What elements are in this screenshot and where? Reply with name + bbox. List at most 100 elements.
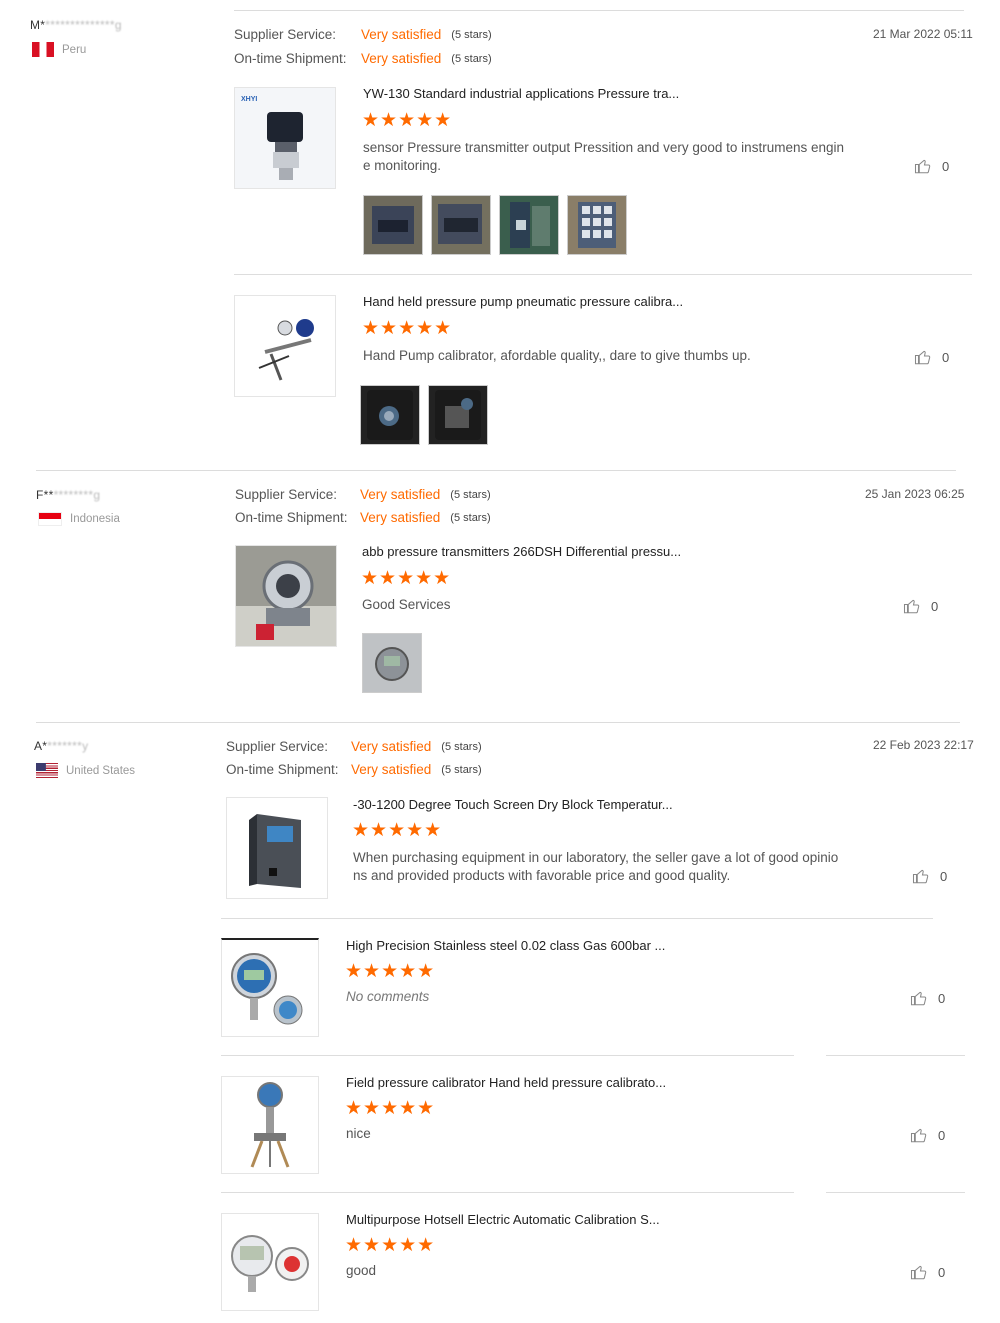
like-button[interactable]: 0: [914, 157, 949, 175]
ontime-shipment-label: On-time Shipment:: [226, 762, 339, 777]
like-button[interactable]: 0: [910, 989, 945, 1007]
like-count: 0: [942, 158, 950, 174]
ontime-shipment-rating: On-time Shipment: Very satisfied (5 star…: [234, 51, 492, 66]
peru-flag-icon: [32, 42, 54, 57]
field-calibrator-image: [222, 1077, 318, 1173]
ontime-shipment-stars-text: (5 stars): [451, 52, 492, 65]
product-title[interactable]: Field pressure calibrator Hand held pres…: [346, 1075, 666, 1090]
review-photos: [360, 385, 488, 445]
hand-pump-image: [235, 296, 335, 396]
digital-gauge-image: [222, 940, 318, 1036]
country-label: Peru: [62, 43, 87, 56]
supplier-service-rating: Supplier Service: Very satisfied (5 star…: [235, 487, 491, 502]
product-title[interactable]: High Precision Stainless steel 0.02 clas…: [346, 938, 665, 953]
supplier-service-value: Very satisfied: [351, 739, 432, 754]
ontime-shipment-stars-text: (5 stars): [441, 763, 482, 776]
item-divider: [826, 1192, 965, 1193]
supplier-service-value: Very satisfied: [360, 487, 441, 502]
product-thumbnail[interactable]: [234, 295, 336, 397]
review-photo[interactable]: [428, 385, 488, 445]
thumbs-up-icon: [912, 869, 929, 884]
ontime-shipment-label: On-time Shipment:: [234, 51, 347, 66]
united-states-flag-icon: [36, 763, 58, 778]
product-thumbnail[interactable]: [221, 938, 319, 1037]
review-date: 22 Feb 2023 22:17: [873, 738, 974, 752]
product-rating-stars: ★★★★★: [345, 1235, 436, 1256]
supplier-service-stars-text: (5 stars): [441, 740, 482, 753]
ontime-shipment-rating: On-time Shipment: Very satisfied (5 star…: [226, 762, 482, 777]
buyer-name: M***************g: [30, 18, 122, 32]
like-button[interactable]: 0: [910, 1126, 945, 1144]
ontime-shipment-rating: On-time Shipment: Very satisfied (5 star…: [235, 510, 491, 525]
indonesia-flag-icon: [38, 512, 62, 526]
ontime-shipment-stars-text: (5 stars): [450, 511, 491, 524]
thumbs-up-icon: [910, 991, 927, 1006]
buyer-name: F**********g: [36, 488, 101, 502]
like-count: 0: [942, 349, 950, 365]
supplier-service-stars-text: (5 stars): [450, 488, 491, 501]
item-divider: [221, 1192, 794, 1193]
product-rating-stars: ★★★★★: [362, 318, 453, 339]
ontime-shipment-value: Very satisfied: [351, 762, 432, 777]
review-top-divider: [36, 470, 956, 471]
review-photo[interactable]: [360, 385, 420, 445]
thumbs-up-icon: [914, 350, 931, 365]
product-rating-stars: ★★★★★: [361, 568, 452, 589]
product-thumbnail[interactable]: [221, 1076, 319, 1174]
buyer-country: Peru: [32, 42, 86, 57]
review-photos: [363, 195, 627, 255]
country-label: Indonesia: [70, 513, 120, 525]
review-date: 25 Jan 2023 06:25: [865, 487, 965, 501]
differential-transmitter-image: [236, 546, 336, 646]
review-comment: Hand Pump calibrator, afordable quality,…: [363, 348, 751, 363]
item-divider: [234, 274, 972, 275]
review-photo[interactable]: [567, 195, 627, 255]
like-button[interactable]: 0: [910, 1263, 945, 1281]
product-title[interactable]: Multipurpose Hotsell Electric Automatic …: [346, 1212, 660, 1227]
supplier-service-stars-text: (5 stars): [451, 28, 492, 41]
review-card: A********y United States Supplier Servic…: [0, 722, 1000, 1323]
review-comment: No comments: [346, 989, 430, 1004]
supplier-service-label: Supplier Service:: [226, 739, 329, 754]
product-rating-stars: ★★★★★: [345, 1098, 436, 1119]
supplier-service-label: Supplier Service:: [234, 27, 337, 42]
ontime-shipment-label: On-time Shipment:: [235, 510, 348, 525]
thumbs-up-icon: [910, 1265, 927, 1280]
product-rating-stars: ★★★★★: [345, 961, 436, 982]
product-title[interactable]: -30-1200 Degree Touch Screen Dry Block T…: [353, 797, 673, 812]
like-count: 0: [938, 1264, 946, 1280]
product-title[interactable]: abb pressure transmitters 266DSH Differe…: [362, 544, 681, 559]
ontime-shipment-value: Very satisfied: [360, 510, 441, 525]
buyer-country: Indonesia: [38, 512, 120, 526]
like-count: 0: [938, 990, 946, 1006]
product-thumbnail[interactable]: [226, 797, 328, 899]
review-comment: When purchasing equipment in our laborat…: [353, 850, 839, 883]
buyer-country: United States: [36, 763, 135, 778]
supplier-service-value: Very satisfied: [361, 27, 442, 42]
review-photo[interactable]: [499, 195, 559, 255]
electric-calibrator-image: [222, 1214, 318, 1310]
review-comment: Good Services: [362, 597, 451, 612]
like-button[interactable]: 0: [912, 867, 947, 885]
item-divider: [221, 1055, 794, 1056]
dry-block-calibrator-image: [227, 798, 327, 898]
supplier-service-rating: Supplier Service: Very satisfied (5 star…: [226, 739, 482, 754]
review-photo[interactable]: [363, 195, 423, 255]
product-title[interactable]: YW-130 Standard industrial applications …: [363, 86, 679, 101]
product-rating-stars: ★★★★★: [362, 110, 453, 131]
like-button[interactable]: 0: [903, 597, 938, 615]
product-title[interactable]: Hand held pressure pump pneumatic pressu…: [363, 294, 683, 309]
review-comment: sensor Pressure transmitter output Press…: [363, 140, 844, 173]
product-thumbnail[interactable]: [221, 1213, 319, 1311]
review-photo[interactable]: [362, 633, 422, 693]
review-top-divider: [36, 722, 960, 723]
review-card: F**********g Indonesia Supplier Service:…: [0, 470, 1000, 722]
product-thumbnail[interactable]: [235, 545, 337, 647]
review-comment: nice: [346, 1126, 371, 1141]
review-photo[interactable]: [431, 195, 491, 255]
review-photos: [362, 633, 422, 693]
like-count: 0: [940, 868, 948, 884]
like-button[interactable]: 0: [914, 348, 949, 366]
review-date: 21 Mar 2022 05:11: [873, 27, 973, 41]
product-thumbnail[interactable]: XHYI: [234, 87, 336, 189]
